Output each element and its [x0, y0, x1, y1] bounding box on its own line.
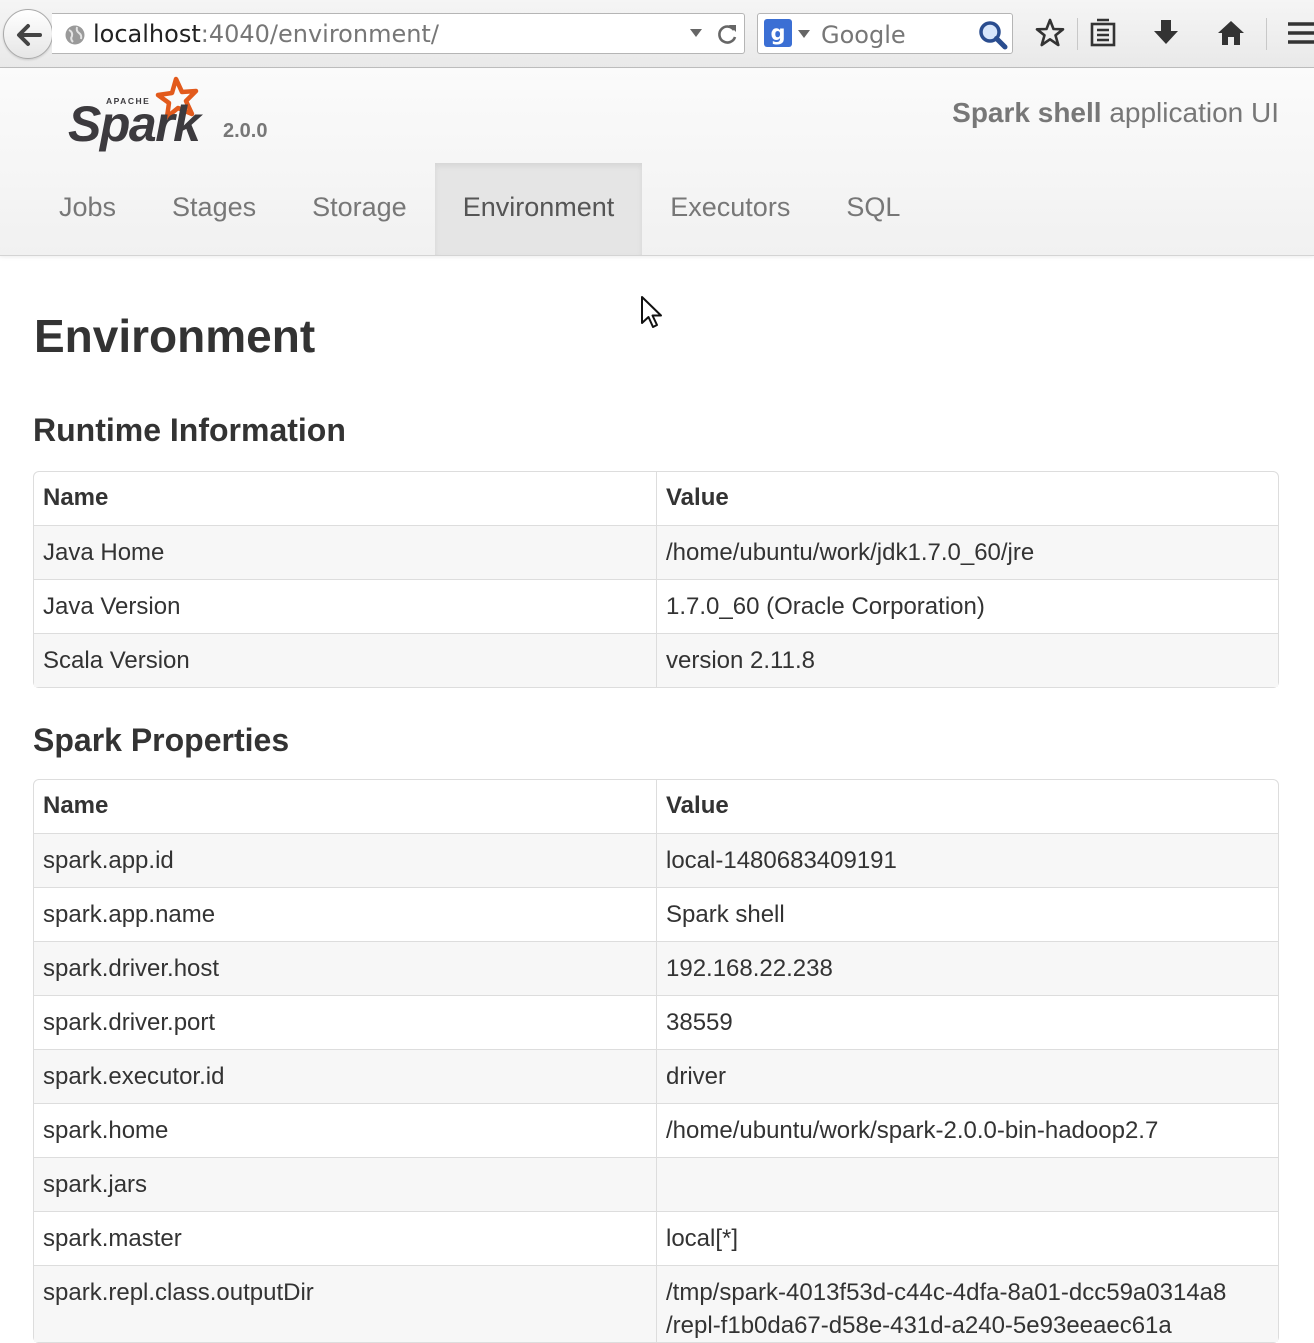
app-title: Spark shell application UI [952, 97, 1279, 129]
runtime-table: Name Value Java Home/home/ubuntu/work/jd… [33, 471, 1279, 688]
tab-stages[interactable]: Stages [144, 163, 284, 255]
column-header-value[interactable]: Value [656, 780, 1278, 833]
property-name-cell: spark.master [34, 1211, 656, 1265]
property-value-cell: version 2.11.8 [656, 633, 1278, 687]
tab-executors[interactable]: Executors [642, 163, 818, 255]
property-value-cell: local[*] [656, 1211, 1278, 1265]
property-name-cell: Scala Version [34, 633, 656, 687]
property-value-cell: local-1480683409191 [656, 833, 1278, 887]
search-input[interactable]: Google [821, 21, 906, 49]
menu-icon[interactable] [1288, 18, 1314, 48]
property-value-cell [656, 1157, 1278, 1211]
back-button[interactable] [3, 9, 53, 59]
property-name-cell: Java Version [34, 579, 656, 633]
app-title-suffix: application UI [1101, 97, 1279, 128]
table-row: Scala Version version 2.11.8 [34, 633, 1278, 687]
table-row: spark.driver.host 192.168.22.238 [34, 941, 1278, 995]
tab-environment[interactable]: Environment [434, 163, 643, 255]
table-row: spark.repl.class.outputDir/tmp/spark-401… [34, 1265, 1278, 1342]
spark-logo[interactable]: APACHE Spark [68, 73, 218, 153]
url-text[interactable]: localhost:4040/environment/ [93, 20, 439, 48]
spark-properties-section-title: Spark Properties [33, 722, 290, 758]
property-value-cell: Spark shell [656, 887, 1278, 941]
tab-storage[interactable]: Storage [284, 163, 435, 255]
table-header-row: Name Value [34, 780, 1278, 833]
table-row: spark.jars [34, 1157, 1278, 1211]
nav-tabs: Jobs Stages Storage Environment Executor… [31, 163, 928, 255]
property-name-cell: spark.executor.id [34, 1049, 656, 1103]
table-row: Java Home/home/ubuntu/work/jdk1.7.0_60/j… [34, 525, 1278, 579]
property-value-cell: driver [656, 1049, 1278, 1103]
table-row: spark.home/home/ubuntu/work/spark-2.0.0-… [34, 1103, 1278, 1157]
browser-toolbar: localhost:4040/environment/ g Google [0, 0, 1314, 68]
table-row: spark.master local[*] [34, 1211, 1278, 1265]
globe-icon [65, 25, 85, 45]
chevron-down-icon[interactable] [798, 30, 810, 38]
download-icon[interactable] [1152, 18, 1180, 48]
property-name-cell: spark.driver.port [34, 995, 656, 1049]
property-name-cell: Java Home [34, 525, 656, 579]
search-engine-logo[interactable]: g [764, 19, 792, 47]
tab-jobs[interactable]: Jobs [31, 163, 144, 255]
property-value-cell: 192.168.22.238 [656, 941, 1278, 995]
app-name: Spark shell [952, 97, 1102, 128]
page-title: Environment [34, 310, 316, 362]
tab-sql[interactable]: SQL [818, 163, 928, 255]
property-value-cell: /tmp/spark-4013f53d-c44c-4dfa-8a01-dcc59… [656, 1265, 1278, 1342]
url-bar[interactable]: localhost:4040/environment/ [52, 13, 745, 54]
star-icon[interactable] [1035, 18, 1065, 48]
chevron-down-icon[interactable] [689, 28, 703, 38]
property-name-cell: spark.repl.class.outputDir [34, 1265, 656, 1342]
search-icon[interactable] [978, 20, 1008, 50]
column-header-name[interactable]: Name [34, 780, 656, 833]
spark-header: APACHE Spark 2.0.0 Spark shell applicati… [0, 69, 1314, 256]
table-row: spark.driver.port 38559 [34, 995, 1278, 1049]
reload-icon[interactable] [715, 22, 739, 46]
property-name-cell: spark.jars [34, 1157, 656, 1211]
property-name-cell: spark.home [34, 1103, 656, 1157]
table-row: Java Version 1.7.0_60 (Oracle Corporation… [34, 579, 1278, 633]
property-value-cell: /home/ubuntu/work/spark-2.0.0-bin-hadoop… [656, 1103, 1278, 1157]
runtime-section-title: Runtime Information [33, 412, 346, 448]
property-name-cell: spark.app.name [34, 887, 656, 941]
property-name-cell: spark.app.id [34, 833, 656, 887]
table-row: spark.app.name Spark shell [34, 887, 1278, 941]
column-header-name[interactable]: Name [34, 472, 656, 525]
back-arrow-icon [17, 24, 42, 46]
bookmarks-icon[interactable] [1089, 18, 1117, 48]
mouse-cursor-icon [641, 296, 662, 328]
url-host: localhost [93, 20, 201, 48]
search-bar[interactable]: g Google [757, 13, 1013, 54]
property-value-cell: 1.7.0_60 (Oracle Corporation) [656, 579, 1278, 633]
property-value-cell: 38559 [656, 995, 1278, 1049]
spark-properties-table: Name Value spark.app.id local-14806834091… [33, 779, 1279, 1343]
url-path: :4040/environment/ [200, 20, 439, 48]
property-value-cell: /home/ubuntu/work/jdk1.7.0_60/jre [656, 525, 1278, 579]
property-name-cell: spark.driver.host [34, 941, 656, 995]
table-header-row: Name Value [34, 472, 1278, 525]
svg-text:Spark: Spark [68, 96, 203, 152]
home-icon[interactable] [1216, 18, 1246, 48]
column-header-value[interactable]: Value [656, 472, 1278, 525]
table-row: spark.app.id local-1480683409191 [34, 833, 1278, 887]
spark-version: 2.0.0 [223, 120, 268, 142]
table-row: spark.executor.id driver [34, 1049, 1278, 1103]
